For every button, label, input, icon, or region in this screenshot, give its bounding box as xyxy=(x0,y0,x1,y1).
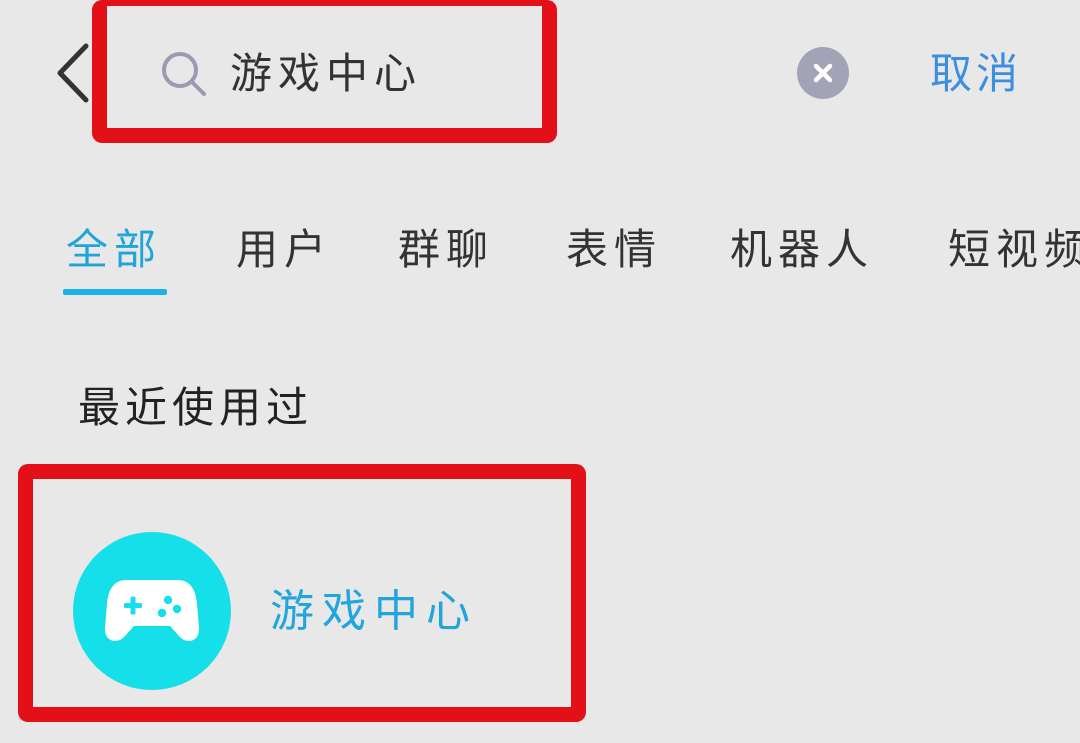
recent-section-title: 最近使用过 xyxy=(78,383,314,432)
tab-stickers[interactable]: 表情 xyxy=(566,215,662,285)
tab-all[interactable]: 全部 xyxy=(66,215,162,285)
cancel-button[interactable]: 取消 xyxy=(930,44,1022,104)
active-tab-indicator xyxy=(63,289,167,295)
back-button[interactable] xyxy=(50,40,94,106)
tab-short-videos[interactable]: 短视频 xyxy=(948,215,1080,285)
tab-bots[interactable]: 机器人 xyxy=(730,215,874,285)
app-icon xyxy=(73,532,231,690)
gamepad-icon xyxy=(104,580,200,642)
clear-search-button[interactable] xyxy=(797,47,849,99)
close-icon xyxy=(813,63,833,83)
tab-users[interactable]: 用户 xyxy=(236,215,332,285)
search-icon xyxy=(162,52,206,96)
search-input[interactable]: 游戏中心 xyxy=(230,44,422,104)
tab-group-chats[interactable]: 群聊 xyxy=(398,215,494,285)
app-name: 游戏中心 xyxy=(270,586,478,637)
chevron-left-icon xyxy=(57,43,89,103)
